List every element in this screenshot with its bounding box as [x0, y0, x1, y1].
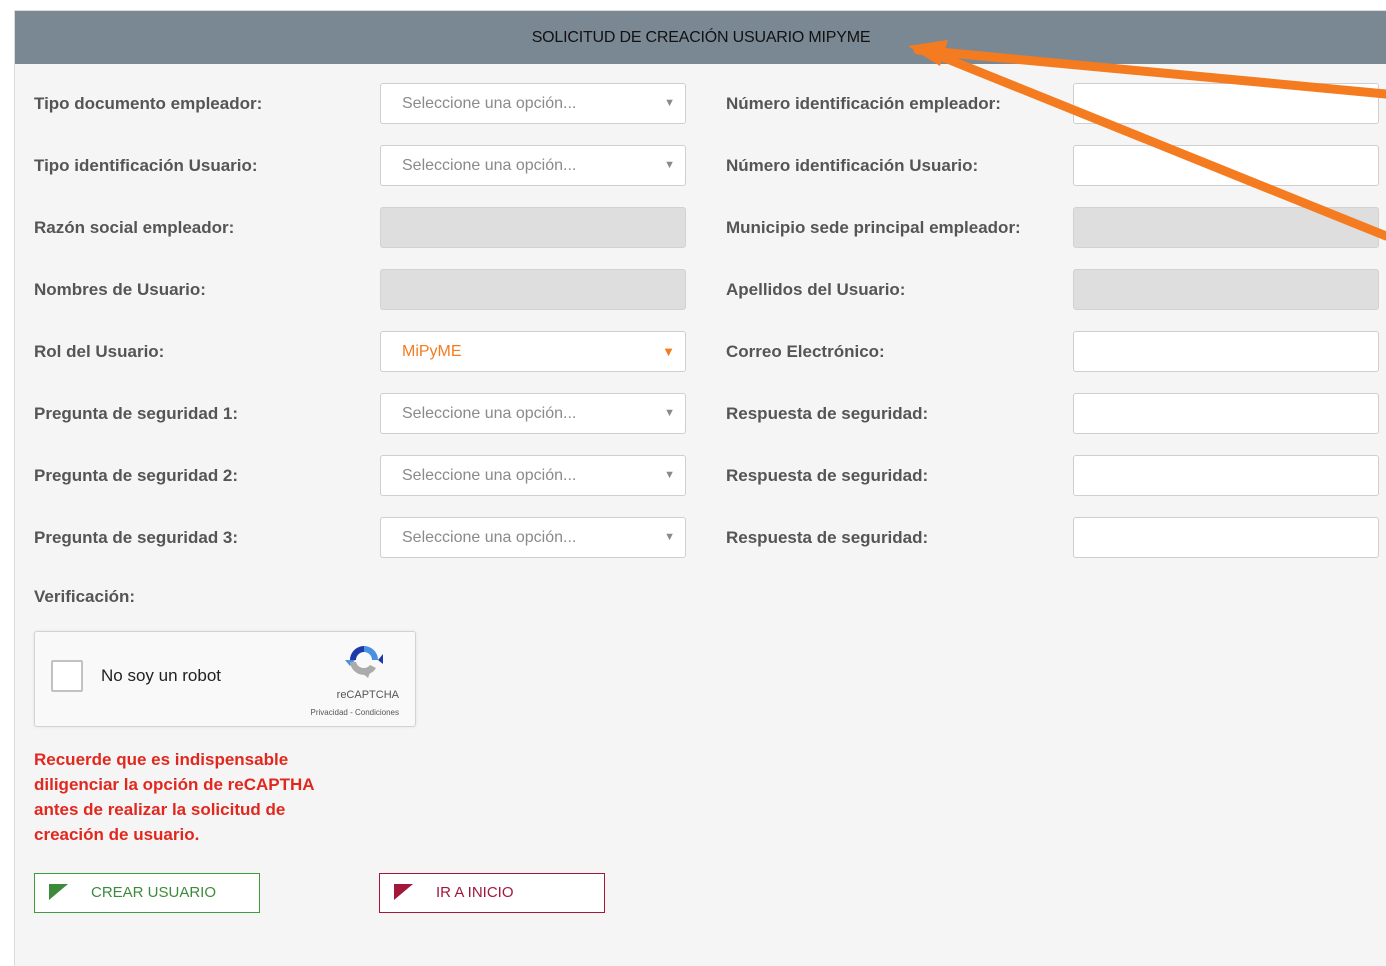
respuesta-seguridad-2-input[interactable] [1073, 455, 1379, 496]
form-row-rol-usuario: Rol del Usuario: MiPyME ▼ Correo Electró… [15, 330, 1386, 374]
pregunta-seguridad-1-select[interactable]: Seleccione una opción... ▼ [380, 393, 686, 434]
recaptcha-logo-icon [345, 646, 383, 678]
form-panel: SOLICITUD DE CREACIÓN USUARIO MIPYME Tip… [14, 10, 1386, 966]
recaptcha-warning-text: Recuerde que es indispensable diligencia… [34, 750, 314, 844]
field-label: Pregunta de seguridad 3: [34, 528, 239, 547]
field-label: Respuesta de seguridad: [726, 528, 929, 547]
field-label: Correo Electrónico: [726, 342, 885, 361]
recaptcha-links[interactable]: Privacidad - Condiciones [311, 708, 400, 717]
crear-usuario-button[interactable]: CREAR USUARIO [34, 873, 260, 913]
flag-icon [49, 884, 68, 900]
form-row-tipo-identificacion-usuario: Tipo identificación Usuario: Seleccione … [15, 144, 1386, 188]
numero-identificacion-empleador-input[interactable] [1073, 83, 1379, 124]
chevron-down-icon: ▼ [664, 531, 675, 543]
municipio-sede-principal-input [1073, 207, 1379, 248]
respuesta-seguridad-3-input[interactable] [1073, 517, 1379, 558]
field-label: Apellidos del Usuario: [726, 280, 906, 299]
form-row-nombres-usuario: Nombres de Usuario: Apellidos del Usuari… [15, 268, 1386, 312]
select-placeholder: Seleccione una opción... [402, 95, 577, 112]
form-row-pregunta-seguridad-1: Pregunta de seguridad 1: Seleccione una … [15, 392, 1386, 436]
select-placeholder: Seleccione una opción... [402, 405, 577, 422]
respuesta-seguridad-1-input[interactable] [1073, 393, 1379, 434]
recaptcha-label: No soy un robot [101, 666, 222, 685]
form-row-tipo-documento-empleador: Tipo documento empleador: Seleccione una… [15, 82, 1386, 126]
field-label: Respuesta de seguridad: [726, 466, 929, 485]
verification-label: Verificación: [34, 587, 136, 606]
rol-usuario-select[interactable]: MiPyME ▼ [380, 331, 686, 372]
form-row-pregunta-seguridad-2: Pregunta de seguridad 2: Seleccione una … [15, 454, 1386, 498]
pregunta-seguridad-2-select[interactable]: Seleccione una opción... ▼ [380, 455, 686, 496]
pregunta-seguridad-3-select[interactable]: Seleccione una opción... ▼ [380, 517, 686, 558]
recaptcha-checkbox[interactable] [51, 660, 83, 692]
select-placeholder: Seleccione una opción... [402, 529, 577, 546]
field-label: Municipio sede principal empleador: [726, 218, 1021, 237]
button-label: IR A INICIO [436, 884, 514, 901]
field-label: Nombres de Usuario: [34, 280, 206, 299]
field-label: Tipo documento empleador: [34, 94, 263, 113]
nombres-usuario-input [380, 269, 686, 310]
chevron-down-icon: ▼ [664, 407, 675, 419]
field-label: Pregunta de seguridad 2: [34, 466, 239, 485]
form-row-razon-social: Razón social empleador: Municipio sede p… [15, 206, 1386, 250]
recaptcha-widget: No soy un robot reCAPTCHA Privacidad - C… [34, 631, 416, 727]
form-row-pregunta-seguridad-3: Pregunta de seguridad 3: Seleccione una … [15, 516, 1386, 560]
select-value: MiPyME [402, 343, 462, 360]
flag-icon [394, 884, 413, 900]
chevron-down-icon: ▼ [664, 469, 675, 481]
select-placeholder: Seleccione una opción... [402, 467, 577, 484]
recaptcha-brand: reCAPTCHA [336, 689, 399, 701]
chevron-down-icon: ▼ [664, 159, 675, 171]
tipo-documento-empleador-select[interactable]: Seleccione una opción... ▼ [380, 83, 686, 124]
ir-a-inicio-button[interactable]: IR A INICIO [379, 873, 605, 913]
button-label: CREAR USUARIO [91, 884, 217, 901]
page-title: SOLICITUD DE CREACIÓN USUARIO MIPYME [15, 11, 1386, 64]
field-label: Pregunta de seguridad 1: [34, 404, 239, 423]
select-placeholder: Seleccione una opción... [402, 157, 577, 174]
field-label: Razón social empleador: [34, 218, 235, 237]
field-label: Número identificación empleador: [726, 94, 1001, 113]
razon-social-empleador-input [380, 207, 686, 248]
field-label: Número identificación Usuario: [726, 156, 979, 175]
field-label: Rol del Usuario: [34, 342, 165, 361]
chevron-down-icon: ▼ [662, 344, 675, 359]
tipo-identificacion-usuario-select[interactable]: Seleccione una opción... ▼ [380, 145, 686, 186]
chevron-down-icon: ▼ [664, 97, 675, 109]
apellidos-usuario-input [1073, 269, 1379, 310]
field-label: Respuesta de seguridad: [726, 404, 929, 423]
correo-electronico-input[interactable] [1073, 331, 1379, 372]
numero-identificacion-usuario-input[interactable] [1073, 145, 1379, 186]
field-label: Tipo identificación Usuario: [34, 156, 258, 175]
